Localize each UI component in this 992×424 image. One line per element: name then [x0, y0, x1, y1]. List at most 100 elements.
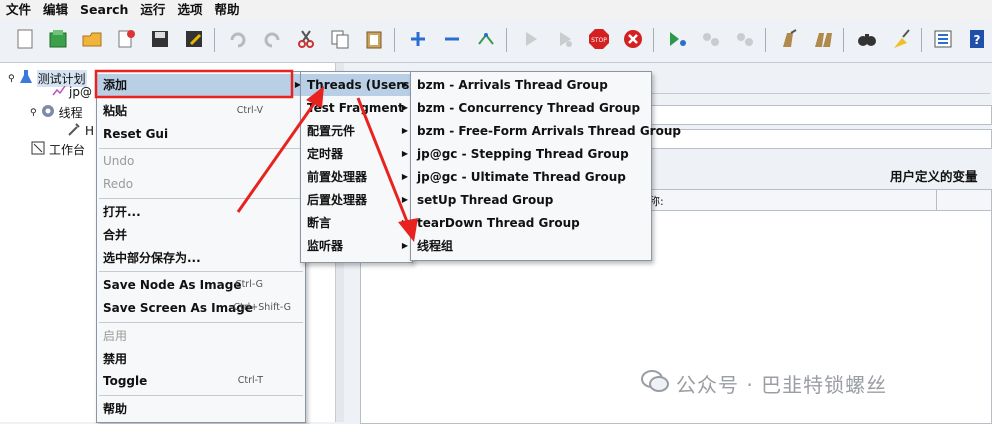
tree-toggle-icon[interactable]: ⚲ — [30, 108, 37, 118]
menu-item-help[interactable]: 帮助 — [97, 398, 305, 420]
menu-item-jpgc-ultimate[interactable]: jp@gc - Ultimate Thread Group — [411, 166, 651, 188]
menu-item-open[interactable]: 打开... — [97, 201, 305, 223]
accelerator: Ctrl-T — [237, 375, 263, 386]
close-file-icon[interactable] — [113, 26, 139, 52]
menu-bar: 文件 编辑 Search 运行 选项 帮助 — [0, 0, 992, 21]
user-vars-label: 用户定义的变量 — [890, 169, 978, 184]
tree-toggle-icon[interactable]: ⚲ — [8, 74, 15, 84]
gear-icon — [40, 103, 56, 122]
menu-item-reset-gui[interactable]: Reset Gui — [97, 123, 305, 145]
help-icon[interactable]: ? — [964, 26, 990, 52]
menu-item-listener[interactable]: 监听器 ▶ — [301, 235, 412, 257]
menu-item-bzm-free-form[interactable]: bzm - Free-Form Arrivals Thread Group — [411, 120, 681, 142]
menu-item-label: 配置元件 — [307, 124, 356, 138]
menu-file[interactable]: 文件 — [0, 0, 37, 20]
accelerator: Ctrl-G — [234, 279, 263, 290]
open-icon[interactable] — [79, 26, 105, 52]
collapse-all-icon[interactable] — [439, 26, 465, 52]
menu-run[interactable]: 运行 — [134, 0, 171, 20]
clear-all-icon[interactable] — [810, 26, 836, 52]
expand-all-icon[interactable] — [405, 26, 431, 52]
menu-item-toggle[interactable]: Toggle Ctrl-T — [97, 370, 305, 392]
tree-label-sampler: H — [85, 123, 95, 138]
svg-text:STOP: STOP — [591, 37, 607, 44]
menu-item-post-processor[interactable]: 后置处理器 ▶ — [301, 189, 412, 211]
tree-node-jp[interactable]: jp@ — [52, 83, 92, 100]
stop-icon[interactable]: STOP — [586, 26, 612, 52]
tree-node-workbench[interactable]: 工作台 — [30, 140, 85, 159]
remote-stop-icon[interactable] — [698, 26, 724, 52]
menu-item-save-selection[interactable]: 选中部分保存为... — [97, 247, 305, 269]
copy-icon[interactable] — [327, 26, 353, 52]
name-field[interactable] — [644, 105, 992, 125]
menu-item-bzm-concurrency[interactable]: bzm - Concurrency Thread Group — [411, 97, 651, 119]
menu-item-teardown-thread-group[interactable]: tearDown Thread Group — [411, 212, 651, 234]
toggle-icon[interactable] — [473, 26, 499, 52]
save-icon[interactable] — [147, 26, 173, 52]
tree-node-sampler[interactable]: H — [66, 121, 94, 140]
menu-item-disable[interactable]: 禁用 — [97, 348, 305, 370]
paste-icon[interactable] — [361, 26, 387, 52]
templates-icon[interactable] — [45, 26, 71, 52]
menu-item-merge[interactable]: 合并 — [97, 224, 305, 246]
shutdown-icon[interactable] — [620, 26, 646, 52]
remote-exit-icon[interactable] — [732, 26, 758, 52]
menu-item-bzm-arrivals[interactable]: bzm - Arrivals Thread Group — [411, 74, 651, 96]
tree-node-thread-group[interactable]: ⚲ 线程 — [30, 103, 83, 122]
new-icon[interactable] — [12, 26, 38, 52]
menu-help[interactable]: 帮助 — [208, 0, 245, 20]
menu-item-label: Redo — [103, 177, 134, 191]
redo-icon[interactable] — [259, 26, 285, 52]
context-menu: 添加 ▶ 粘贴 Ctrl-V Reset Gui Undo Redo 打开... 合… — [96, 71, 306, 423]
svg-text:?: ? — [974, 33, 981, 47]
menu-item-save-screen-image[interactable]: Save Screen As Image Ctrl+Shift-G — [97, 297, 305, 319]
menu-item-label: 添加 — [103, 78, 128, 92]
menu-item-label: bzm - Arrivals Thread Group — [417, 78, 608, 92]
menu-item-label: 断言 — [307, 216, 332, 230]
menu-item-label: 启用 — [103, 329, 128, 343]
clear-icon[interactable] — [776, 26, 802, 52]
menu-item-enable[interactable]: 启用 — [97, 325, 305, 347]
menu-item-config-element[interactable]: 配置元件 ▶ — [301, 120, 412, 142]
menu-item-save-node-image[interactable]: Save Node As Image Ctrl-G — [97, 274, 305, 296]
menu-item-label: 后置处理器 — [307, 193, 368, 207]
menu-item-add[interactable]: 添加 ▶ — [97, 74, 305, 96]
search-icon[interactable] — [854, 26, 880, 52]
function-helper-icon[interactable] — [930, 26, 956, 52]
menu-edit[interactable]: 编辑 — [37, 0, 74, 20]
menu-item-label: jp@gc - Ultimate Thread Group — [417, 170, 626, 184]
menu-item-undo[interactable]: Undo — [97, 150, 305, 172]
menu-item-paste[interactable]: 粘贴 Ctrl-V — [97, 100, 305, 122]
toolbar: STOP ? — [0, 20, 992, 63]
submenu-arrow-icon: ▶ — [401, 149, 408, 158]
menu-item-jpgc-stepping[interactable]: jp@gc - Stepping Thread Group — [411, 143, 651, 165]
wechat-icon — [640, 368, 670, 399]
menu-item-label: 定时器 — [307, 147, 344, 161]
submenu-arrow-icon: ▶ — [401, 218, 408, 227]
watermark: 公众号 · 巴韭特锁螺丝 — [640, 366, 887, 400]
menu-options[interactable]: 选项 — [171, 0, 208, 20]
start-no-pause-icon[interactable] — [552, 26, 578, 52]
menu-item-test-fragment[interactable]: Test Fragment ▶ — [301, 97, 412, 119]
menu-item-label: 粘贴 — [103, 104, 128, 118]
cut-icon[interactable] — [293, 26, 319, 52]
menu-item-redo[interactable]: Redo — [97, 173, 305, 195]
menu-item-assertion[interactable]: 断言 ▶ — [301, 212, 412, 234]
reset-search-icon[interactable] — [888, 26, 914, 52]
menu-item-threads[interactable]: Threads (Users) ▶ — [301, 74, 415, 96]
comments-field[interactable] — [644, 129, 992, 149]
save-as-icon[interactable] — [181, 26, 207, 52]
menu-item-label: Undo — [103, 154, 135, 168]
menu-item-thread-group[interactable]: 线程组 — [411, 235, 651, 257]
flask-icon — [18, 69, 34, 88]
menu-item-setup-thread-group[interactable]: setUp Thread Group — [411, 189, 651, 211]
undo-icon[interactable] — [225, 26, 251, 52]
menu-item-label: 禁用 — [103, 352, 128, 366]
menu-search[interactable]: Search — [74, 0, 134, 20]
remote-start-icon[interactable] — [664, 26, 690, 52]
menu-item-label: bzm - Free-Form Arrivals Thread Group — [417, 124, 681, 138]
menu-item-label: 选中部分保存为... — [103, 251, 201, 265]
menu-item-pre-processor[interactable]: 前置处理器 ▶ — [301, 166, 412, 188]
start-icon[interactable] — [518, 26, 544, 52]
menu-item-timer[interactable]: 定时器 ▶ — [301, 143, 412, 165]
